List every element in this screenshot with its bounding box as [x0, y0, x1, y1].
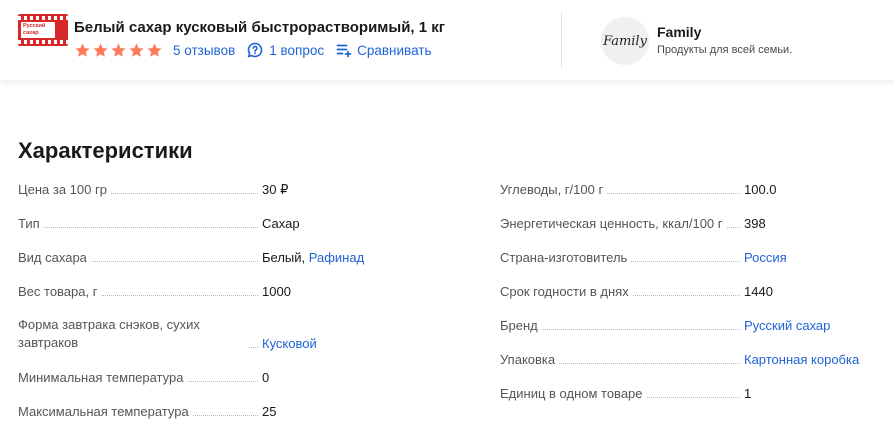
spec-value-link[interactable]: Рафинад	[309, 250, 364, 265]
spec-value-text: 398	[744, 216, 766, 231]
product-title: Белый сахар кусковый быстрорастворимый, …	[74, 19, 446, 36]
spec-row: Максимальная температура 25	[18, 402, 402, 420]
spec-value-text: 25	[262, 404, 277, 419]
spec-value-link[interactable]: Картонная коробка	[744, 352, 859, 367]
spec-key: Бренд	[500, 317, 541, 334]
spec-value: 25	[262, 403, 276, 420]
spec-value-text: 1	[744, 386, 752, 401]
spec-key: Страна-изготовитель	[500, 249, 631, 266]
spec-key: Минимальная температура	[18, 369, 187, 386]
spec-value: Сахар	[262, 215, 300, 232]
brand-logo[interactable]: Family	[601, 17, 649, 65]
compare-link[interactable]: Сравнивать	[357, 43, 431, 58]
spec-key: Углеводы, г/100 г	[500, 181, 607, 198]
spec-value-text: 0	[262, 370, 270, 385]
spec-row: Вес товара, г 1000	[18, 282, 402, 300]
sticky-product-header: Русский сахар Белый сахар кусковый быстр…	[0, 0, 895, 80]
spec-value: 1	[744, 385, 751, 402]
star-icon	[111, 42, 126, 57]
brand-description: Продукты для всей семьи.	[657, 44, 793, 56]
spec-value: 1000	[262, 283, 291, 300]
spec-value: 30 ₽	[262, 181, 288, 198]
product-meta-row: 5 отзывов 1 вопрос Сравнивать	[74, 41, 432, 59]
spec-value: Россия	[744, 249, 787, 266]
spec-value-link[interactable]: Русский сахар	[744, 318, 830, 333]
star-icon	[147, 42, 162, 57]
spec-key: Срок годности в днях	[500, 283, 632, 300]
spec-value: Картонная коробка	[744, 351, 859, 368]
spec-value: Русский сахар	[744, 317, 830, 334]
spec-key: Упаковка	[500, 351, 559, 368]
spec-row: Вид сахара Белый, Рафинад	[18, 248, 402, 266]
questions-link[interactable]: 1 вопрос	[269, 43, 324, 58]
thumbnail-label: Русский сахар	[21, 22, 55, 38]
spec-key: Вес товара, г	[18, 283, 101, 300]
brand-name[interactable]: Family	[657, 24, 701, 40]
reviews-link[interactable]: 5 отзывов	[173, 43, 235, 58]
spec-row: Форма завтрака снэков, сухих завтраков Ку…	[18, 316, 402, 352]
spec-row: Энергетическая ценность, ккал/100 г 398	[500, 214, 884, 232]
spec-value: 398	[744, 215, 766, 232]
spec-value-text: Сахар	[262, 216, 300, 231]
spec-value: 0	[262, 369, 269, 386]
rating-stars[interactable]	[74, 42, 163, 59]
question-bubble-icon	[247, 42, 263, 58]
spec-value: 1440	[744, 283, 773, 300]
spec-value-link[interactable]: Кусковой	[262, 336, 317, 351]
thumbnail-pattern-bottom	[18, 40, 68, 44]
brand-logo-text: Family	[603, 33, 647, 49]
compare-icon	[336, 44, 352, 58]
spec-value-text: 100.0	[744, 182, 777, 197]
header-divider	[561, 12, 562, 68]
spec-dotted-leader	[18, 227, 258, 228]
spec-value-text: Белый,	[262, 250, 309, 265]
spec-row: Страна-изготовитель Россия	[500, 248, 884, 266]
spec-row: Срок годности в днях 1440	[500, 282, 884, 300]
spec-value-text: 30 ₽	[262, 182, 289, 197]
spec-key: Энергетическая ценность, ккал/100 г	[500, 215, 726, 232]
spec-key: Максимальная температура	[18, 403, 192, 420]
spec-value-text: 1000	[262, 284, 291, 299]
product-thumbnail[interactable]: Русский сахар	[18, 14, 68, 46]
spec-value: Белый, Рафинад	[262, 249, 364, 266]
spec-row: Упаковка Картонная коробка	[500, 350, 884, 368]
spec-row: Цена за 100 гр 30 ₽	[18, 180, 402, 198]
spec-row: Бренд Русский сахар	[500, 316, 884, 334]
spec-value-text: 1440	[744, 284, 773, 299]
star-icon	[93, 42, 108, 57]
characteristics-title: Характеристики	[18, 138, 193, 163]
spec-row: Углеводы, г/100 г 100.0	[500, 180, 884, 198]
spec-value: 100.0	[744, 181, 777, 198]
spec-row: Минимальная температура 0	[18, 368, 402, 386]
spec-key: Вид сахара	[18, 249, 90, 266]
spec-key: Форма завтрака снэков, сухих завтраков	[18, 316, 248, 352]
spec-row: Единиц в одном товаре 1	[500, 384, 884, 402]
spec-key: Тип	[18, 215, 43, 232]
thumbnail-pattern-top	[18, 16, 68, 20]
star-icon	[75, 42, 90, 57]
spec-row: Тип Сахар	[18, 214, 402, 232]
spec-value: Кусковой	[262, 335, 317, 352]
star-icon	[129, 42, 144, 57]
spec-key: Цена за 100 гр	[18, 181, 110, 198]
spec-value-link[interactable]: Россия	[744, 250, 787, 265]
spec-key: Единиц в одном товаре	[500, 385, 646, 402]
